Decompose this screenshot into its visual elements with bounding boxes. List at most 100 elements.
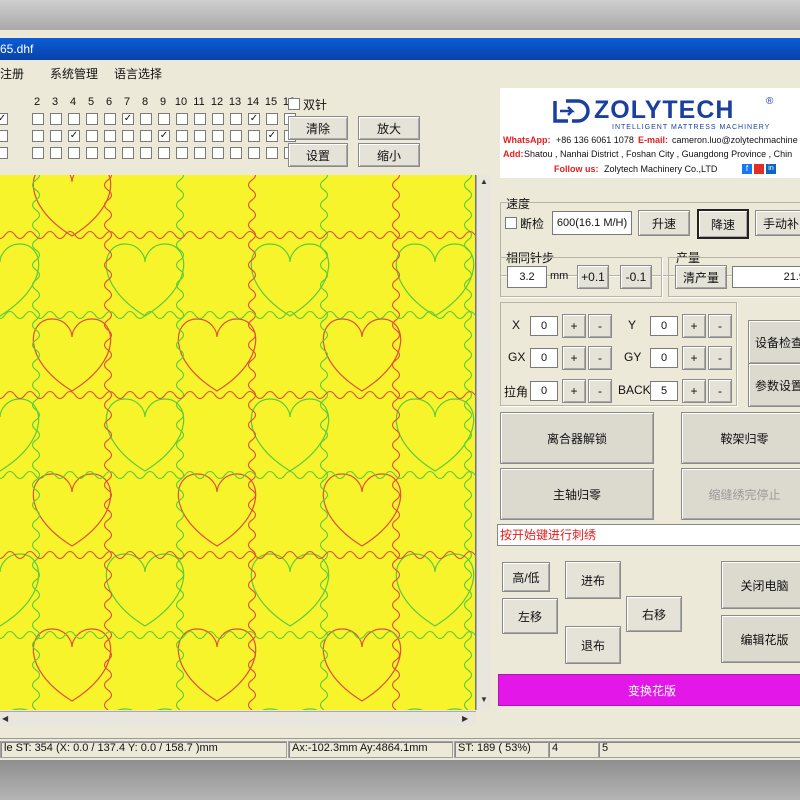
needle-checkbox[interactable]: ✓: [266, 130, 278, 142]
device-check-button[interactable]: 设备检查: [748, 320, 800, 364]
red-heart: [32, 318, 112, 392]
zoom-in-button[interactable]: 放大: [358, 116, 420, 140]
clear-output-button[interactable]: 清产量: [675, 265, 727, 289]
stop-after-stitch-button[interactable]: 缩缝绣完停止: [681, 468, 800, 520]
high-low-button[interactable]: 高/低: [502, 562, 550, 592]
menu-register[interactable]: 注册: [0, 65, 24, 82]
feed-in-button[interactable]: 进布: [565, 561, 621, 599]
frame-home-button[interactable]: 鞍架归零: [681, 412, 800, 464]
scroll-right-icon[interactable]: ▶: [462, 714, 468, 723]
needle-checkbox[interactable]: ✓: [0, 113, 8, 125]
needle-checkbox[interactable]: [176, 147, 188, 159]
needle-checkbox[interactable]: ✓: [122, 113, 134, 125]
stitch-minus-button[interactable]: -0.1: [620, 265, 652, 289]
move-left-button[interactable]: 左移: [502, 598, 558, 634]
edit-pattern-button[interactable]: 编辑花版: [721, 615, 800, 663]
double-needle-checkbox[interactable]: [288, 98, 300, 110]
shutdown-pc-button[interactable]: 关闭电脑: [721, 561, 800, 609]
needle-checkbox[interactable]: [104, 113, 116, 125]
needle-checkbox[interactable]: ✓: [68, 130, 80, 142]
horizontal-scrollbar[interactable]: ◀ ▶: [0, 711, 476, 726]
needle-checkbox[interactable]: [194, 147, 206, 159]
spindle-home-button[interactable]: 主轴归零: [500, 468, 654, 520]
menu-language[interactable]: 语言选择: [114, 65, 162, 82]
clear-button[interactable]: 清除: [288, 116, 348, 140]
needle-checkbox[interactable]: [140, 130, 152, 142]
scroll-down-icon[interactable]: ▼: [480, 695, 488, 704]
needle-checkbox[interactable]: [230, 130, 242, 142]
offset-back-minus-button[interactable]: -: [708, 379, 732, 403]
settings-button[interactable]: 设置: [288, 143, 348, 167]
needle-checkbox[interactable]: [104, 130, 116, 142]
offset-angle-plus-button[interactable]: +: [562, 379, 586, 403]
needle-checkbox[interactable]: [212, 113, 224, 125]
needle-checkbox[interactable]: ✓: [158, 130, 170, 142]
needle-checkbox[interactable]: [50, 130, 62, 142]
offset-gx-plus-button[interactable]: +: [562, 346, 586, 370]
needle-checkbox[interactable]: [158, 147, 170, 159]
offset-y-minus-button[interactable]: -: [708, 314, 732, 338]
manual-compensate-button[interactable]: 手动补: [755, 210, 800, 236]
needle-checkbox[interactable]: [230, 147, 242, 159]
needle-checkbox[interactable]: [0, 147, 8, 159]
needle-checkbox[interactable]: [230, 113, 242, 125]
needle-checkbox[interactable]: [176, 113, 188, 125]
needle-checkbox[interactable]: [212, 130, 224, 142]
needle-checkbox[interactable]: [194, 113, 206, 125]
offset-angle-minus-button[interactable]: -: [588, 379, 612, 403]
offset-gx-minus-button[interactable]: -: [588, 346, 612, 370]
needle-checkbox[interactable]: [68, 147, 80, 159]
needle-checkbox[interactable]: [266, 113, 278, 125]
stitch-squiggle: [0, 470, 475, 480]
scroll-left-icon[interactable]: ◀: [2, 714, 8, 723]
needle-checkbox[interactable]: [86, 130, 98, 142]
feed-out-button[interactable]: 退布: [565, 626, 621, 664]
red-heart: [32, 175, 112, 237]
vertical-scrollbar[interactable]: ▲ ▼: [476, 175, 491, 710]
needle-checkbox[interactable]: [248, 130, 260, 142]
green-heart: [11, 708, 28, 710]
needle-checkbox[interactable]: [86, 147, 98, 159]
offset-back-plus-button[interactable]: +: [682, 379, 706, 403]
break-check-checkbox[interactable]: [505, 217, 517, 229]
needle-checkbox[interactable]: [32, 113, 44, 125]
green-heart: [250, 553, 330, 627]
clutch-unlock-button[interactable]: 离合器解锁: [500, 412, 654, 464]
zoom-out-button[interactable]: 缩小: [358, 143, 420, 167]
needle-checkbox[interactable]: [266, 147, 278, 159]
menu-system[interactable]: 系统管理: [50, 65, 98, 82]
needle-checkbox[interactable]: [122, 147, 134, 159]
needle-checkbox[interactable]: [32, 147, 44, 159]
offset-x-plus-button[interactable]: +: [562, 314, 586, 338]
change-pattern-button[interactable]: 变换花版: [498, 674, 800, 706]
stitch-plus-button[interactable]: +0.1: [577, 265, 609, 289]
offset-gy-plus-button[interactable]: +: [682, 346, 706, 370]
needle-checkbox[interactable]: [50, 113, 62, 125]
scroll-up-icon[interactable]: ▲: [480, 177, 488, 186]
red-heart: [177, 628, 257, 702]
move-right-button[interactable]: 右移: [626, 596, 682, 632]
needle-checkbox[interactable]: [50, 147, 62, 159]
param-settings-button[interactable]: 参数设置: [748, 363, 800, 407]
needle-checkbox[interactable]: ✓: [248, 113, 260, 125]
speed-down-button[interactable]: 降速: [697, 209, 749, 239]
needle-checkbox[interactable]: [104, 147, 116, 159]
needle-checkbox[interactable]: [122, 130, 134, 142]
needle-checkbox[interactable]: [194, 130, 206, 142]
offset-gy-minus-button[interactable]: -: [708, 346, 732, 370]
needle-checkbox[interactable]: [0, 130, 8, 142]
needle-checkbox[interactable]: [248, 147, 260, 159]
needle-checkbox[interactable]: [176, 130, 188, 142]
needle-checkbox[interactable]: [140, 113, 152, 125]
offset-x-minus-button[interactable]: -: [588, 314, 612, 338]
needle-checkbox[interactable]: [140, 147, 152, 159]
needle-checkbox[interactable]: [86, 113, 98, 125]
needle-checkbox[interactable]: [32, 130, 44, 142]
needle-checkbox[interactable]: [68, 113, 80, 125]
offset-y-plus-button[interactable]: +: [682, 314, 706, 338]
needle-checkbox[interactable]: [212, 147, 224, 159]
red-heart: [177, 473, 257, 547]
speed-up-button[interactable]: 升速: [638, 210, 690, 236]
pattern-canvas[interactable]: [0, 175, 476, 710]
needle-checkbox[interactable]: [158, 113, 170, 125]
